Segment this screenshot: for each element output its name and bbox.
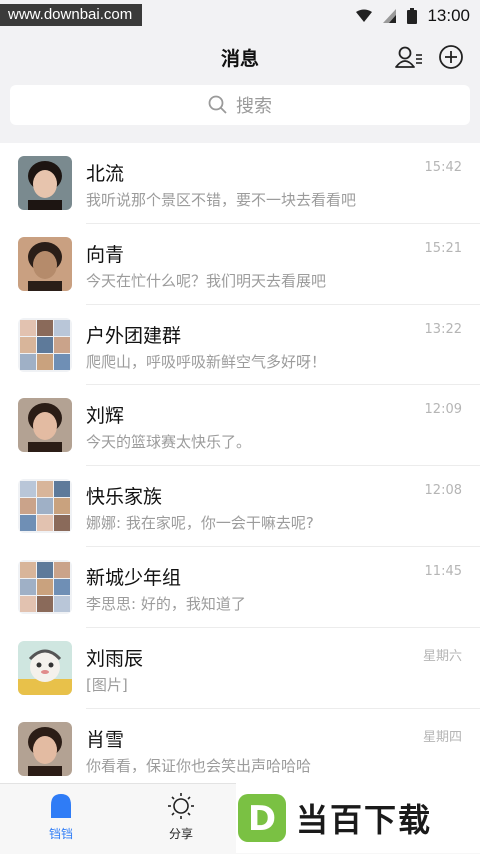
portrait-avatar-icon <box>18 236 72 291</box>
message-time: 13:22 <box>424 321 462 337</box>
tab-dangdang[interactable]: 铛铛 <box>16 792 106 842</box>
message-time: 15:21 <box>424 240 462 256</box>
portrait-avatar-icon <box>18 721 72 776</box>
message-preview: 我听说那个景区不错，要不一块去看看吧 <box>86 191 357 209</box>
wifi-icon <box>356 9 373 22</box>
conversation-name: 肖雪 <box>86 728 125 751</box>
conversation-row[interactable]: 户外团建群 爬爬山，呼吸呼吸新鲜空气多好呀！ 13:22 <box>0 305 480 386</box>
avatar <box>18 317 72 372</box>
message-preview: 娜娜: 我在家呢，你一会干嘛去呢? <box>86 514 314 533</box>
brand-watermark: D 当百下载 <box>236 783 480 853</box>
conversation-name: 刘雨辰 <box>86 647 144 670</box>
avatar <box>18 721 72 776</box>
avatar <box>18 236 72 291</box>
tab-label: 铛铛 <box>48 827 73 841</box>
conversation-row[interactable]: 新城少年组 李思思: 好的，我知道了 11:45 <box>0 547 480 628</box>
cartoon-avatar-icon <box>18 640 72 695</box>
brand-logo-letter: D <box>248 799 276 839</box>
brand-text: 当百下载 <box>296 801 433 839</box>
avatar <box>18 398 72 453</box>
conversation-name: 向青 <box>86 243 125 266</box>
message-time: 12:08 <box>424 483 462 499</box>
contacts-icon <box>395 46 422 68</box>
conversation-row[interactable]: 刘辉 今天的篮球赛太快乐了。 12:09 <box>0 385 480 467</box>
message-time: 12:09 <box>424 402 462 418</box>
header: 消息 <box>0 34 480 80</box>
message-preview: 爬爬山，呼吸呼吸新鲜空气多好呀！ <box>86 352 327 371</box>
status-bar: www.downbai.com 13:00 <box>0 0 480 32</box>
message-time: 星期四 <box>422 729 462 745</box>
portrait-avatar-icon <box>18 156 72 210</box>
conversation-row[interactable]: 北流 我听说那个景区不错，要不一块去看看吧 15:42 <box>0 143 480 224</box>
watermark: www.downbai.com <box>0 4 143 26</box>
avatar <box>18 156 72 210</box>
brand-logo-icon: D <box>238 794 286 842</box>
signal-icon <box>383 9 397 23</box>
conversation-row[interactable]: 向青 今天在忙什么呢？我们明天去看展吧 15:21 <box>0 224 480 305</box>
conversation-list: 北流 我听说那个景区不错，要不一块去看看吧 15:42 向青 今天在忙什么呢？我… <box>0 143 480 783</box>
message-preview: 今天的篮球赛太快乐了。 <box>86 433 252 452</box>
message-preview: 你看看，保证你也会笑出声哈哈哈 <box>86 756 312 775</box>
group-avatar-icon <box>18 317 72 372</box>
conversation-name: 新城少年组 <box>86 566 182 589</box>
avatar <box>18 559 72 614</box>
sun-icon <box>168 793 194 819</box>
conversation-row[interactable]: 刘雨辰 [图片] 星期六 <box>0 628 480 709</box>
message-time: 11:45 <box>424 563 462 579</box>
avatar <box>18 640 72 695</box>
search-placeholder: 搜索 <box>236 96 272 117</box>
tab-share[interactable]: 分享 <box>136 792 226 842</box>
message-time: 星期六 <box>422 648 462 664</box>
status-time: 13:00 <box>427 6 470 25</box>
conversation-row[interactable]: 肖雪 你看看，保证你也会笑出声哈哈哈 星期四 <box>0 709 480 783</box>
search-bar[interactable]: 搜索 <box>10 85 470 125</box>
conversation-name: 户外团建群 <box>86 324 182 347</box>
portrait-avatar-icon <box>18 398 72 453</box>
battery-icon <box>407 8 418 24</box>
bell-icon <box>51 794 71 818</box>
group-avatar-icon <box>18 559 72 614</box>
conversation-name: 北流 <box>86 163 125 185</box>
conversation-name: 刘辉 <box>86 405 125 428</box>
message-preview: 李思思: 好的，我知道了 <box>86 594 246 613</box>
message-time: 15:42 <box>424 160 462 175</box>
contacts-button[interactable] <box>392 40 426 74</box>
message-preview: [图片] <box>86 675 128 694</box>
add-button[interactable] <box>434 40 468 74</box>
conversation-name: 快乐家族 <box>86 486 163 509</box>
group-avatar-icon <box>18 479 72 534</box>
conversation-row[interactable]: 快乐家族 娜娜: 我在家呢，你一会干嘛去呢? 12:08 <box>0 466 480 547</box>
plus-circle-icon <box>439 45 463 69</box>
avatar <box>18 479 72 534</box>
tab-label: 分享 <box>168 827 193 841</box>
message-preview: 今天在忙什么呢？我们明天去看展吧 <box>86 271 327 290</box>
search-icon <box>208 95 227 114</box>
